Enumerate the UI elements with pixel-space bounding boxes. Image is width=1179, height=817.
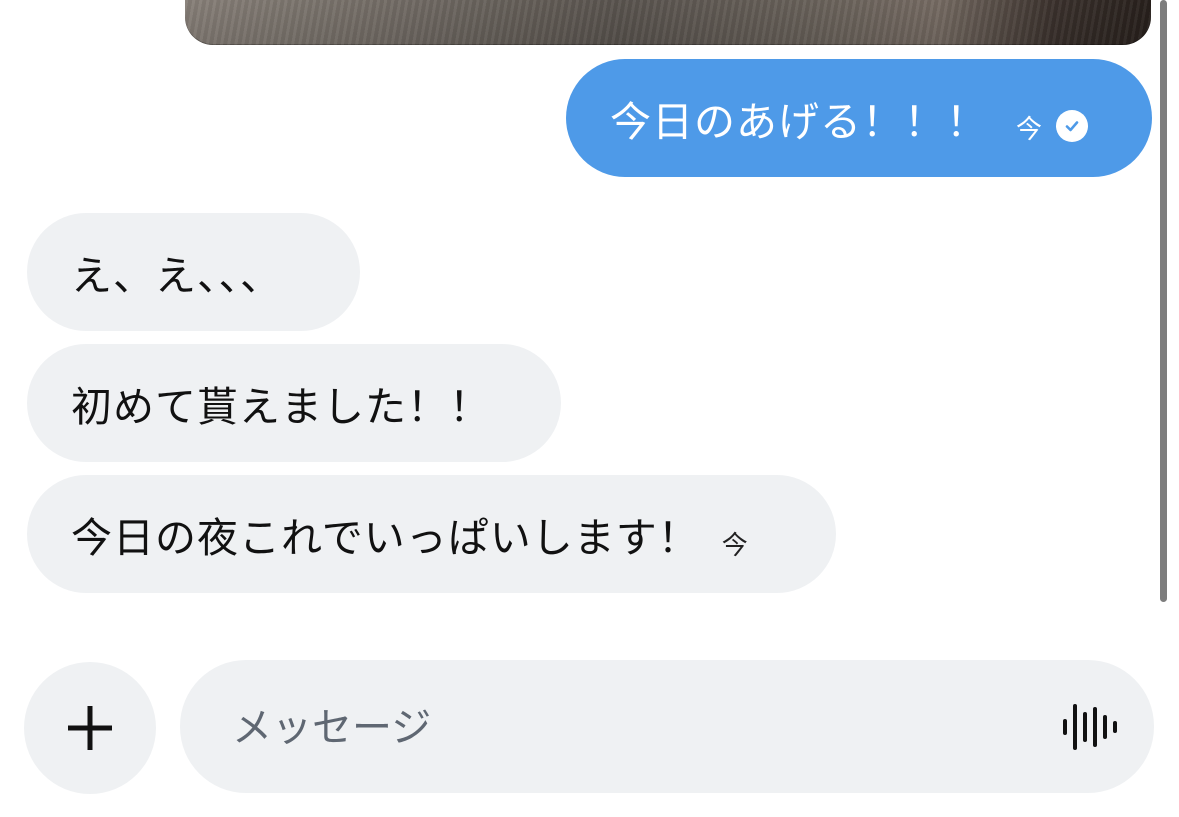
- add-attachment-button[interactable]: [24, 662, 156, 794]
- photo-shade: [185, 0, 1151, 45]
- voice-input-button[interactable]: [1060, 700, 1120, 754]
- scroll-thumb[interactable]: [1160, 0, 1167, 602]
- received-message-bubble[interactable]: 初めて貰えました！！: [27, 344, 561, 462]
- shared-photo[interactable]: [185, 0, 1151, 45]
- received-message-bubble[interactable]: 今日の夜これでいっぱいします！ 今: [27, 475, 836, 593]
- read-check-icon: [1056, 110, 1089, 142]
- message-input[interactable]: [230, 660, 1054, 795]
- voice-waveform-icon: [1063, 704, 1117, 750]
- message-time: 今: [1016, 114, 1043, 145]
- message-text: 今日のあげる！！！: [610, 98, 988, 146]
- chat-screen: 今日のあげる！！！ 今 え、え、、、 初めて貰えました！！ 今日の夜これでいっぱ…: [0, 0, 1179, 817]
- message-text: え、え、、、: [71, 252, 282, 300]
- message-time: 今: [721, 530, 748, 561]
- message-text: 今日の夜これでいっぱいします！: [71, 514, 700, 562]
- scrollbar[interactable]: [1160, 0, 1167, 602]
- message-text: 初めて貰えました！！: [71, 383, 491, 431]
- message-input-container[interactable]: [180, 660, 1154, 795]
- received-message-bubble[interactable]: え、え、、、: [27, 213, 360, 331]
- sent-message-bubble[interactable]: 今日のあげる！！！ 今: [566, 59, 1152, 177]
- plus-icon: [68, 706, 112, 750]
